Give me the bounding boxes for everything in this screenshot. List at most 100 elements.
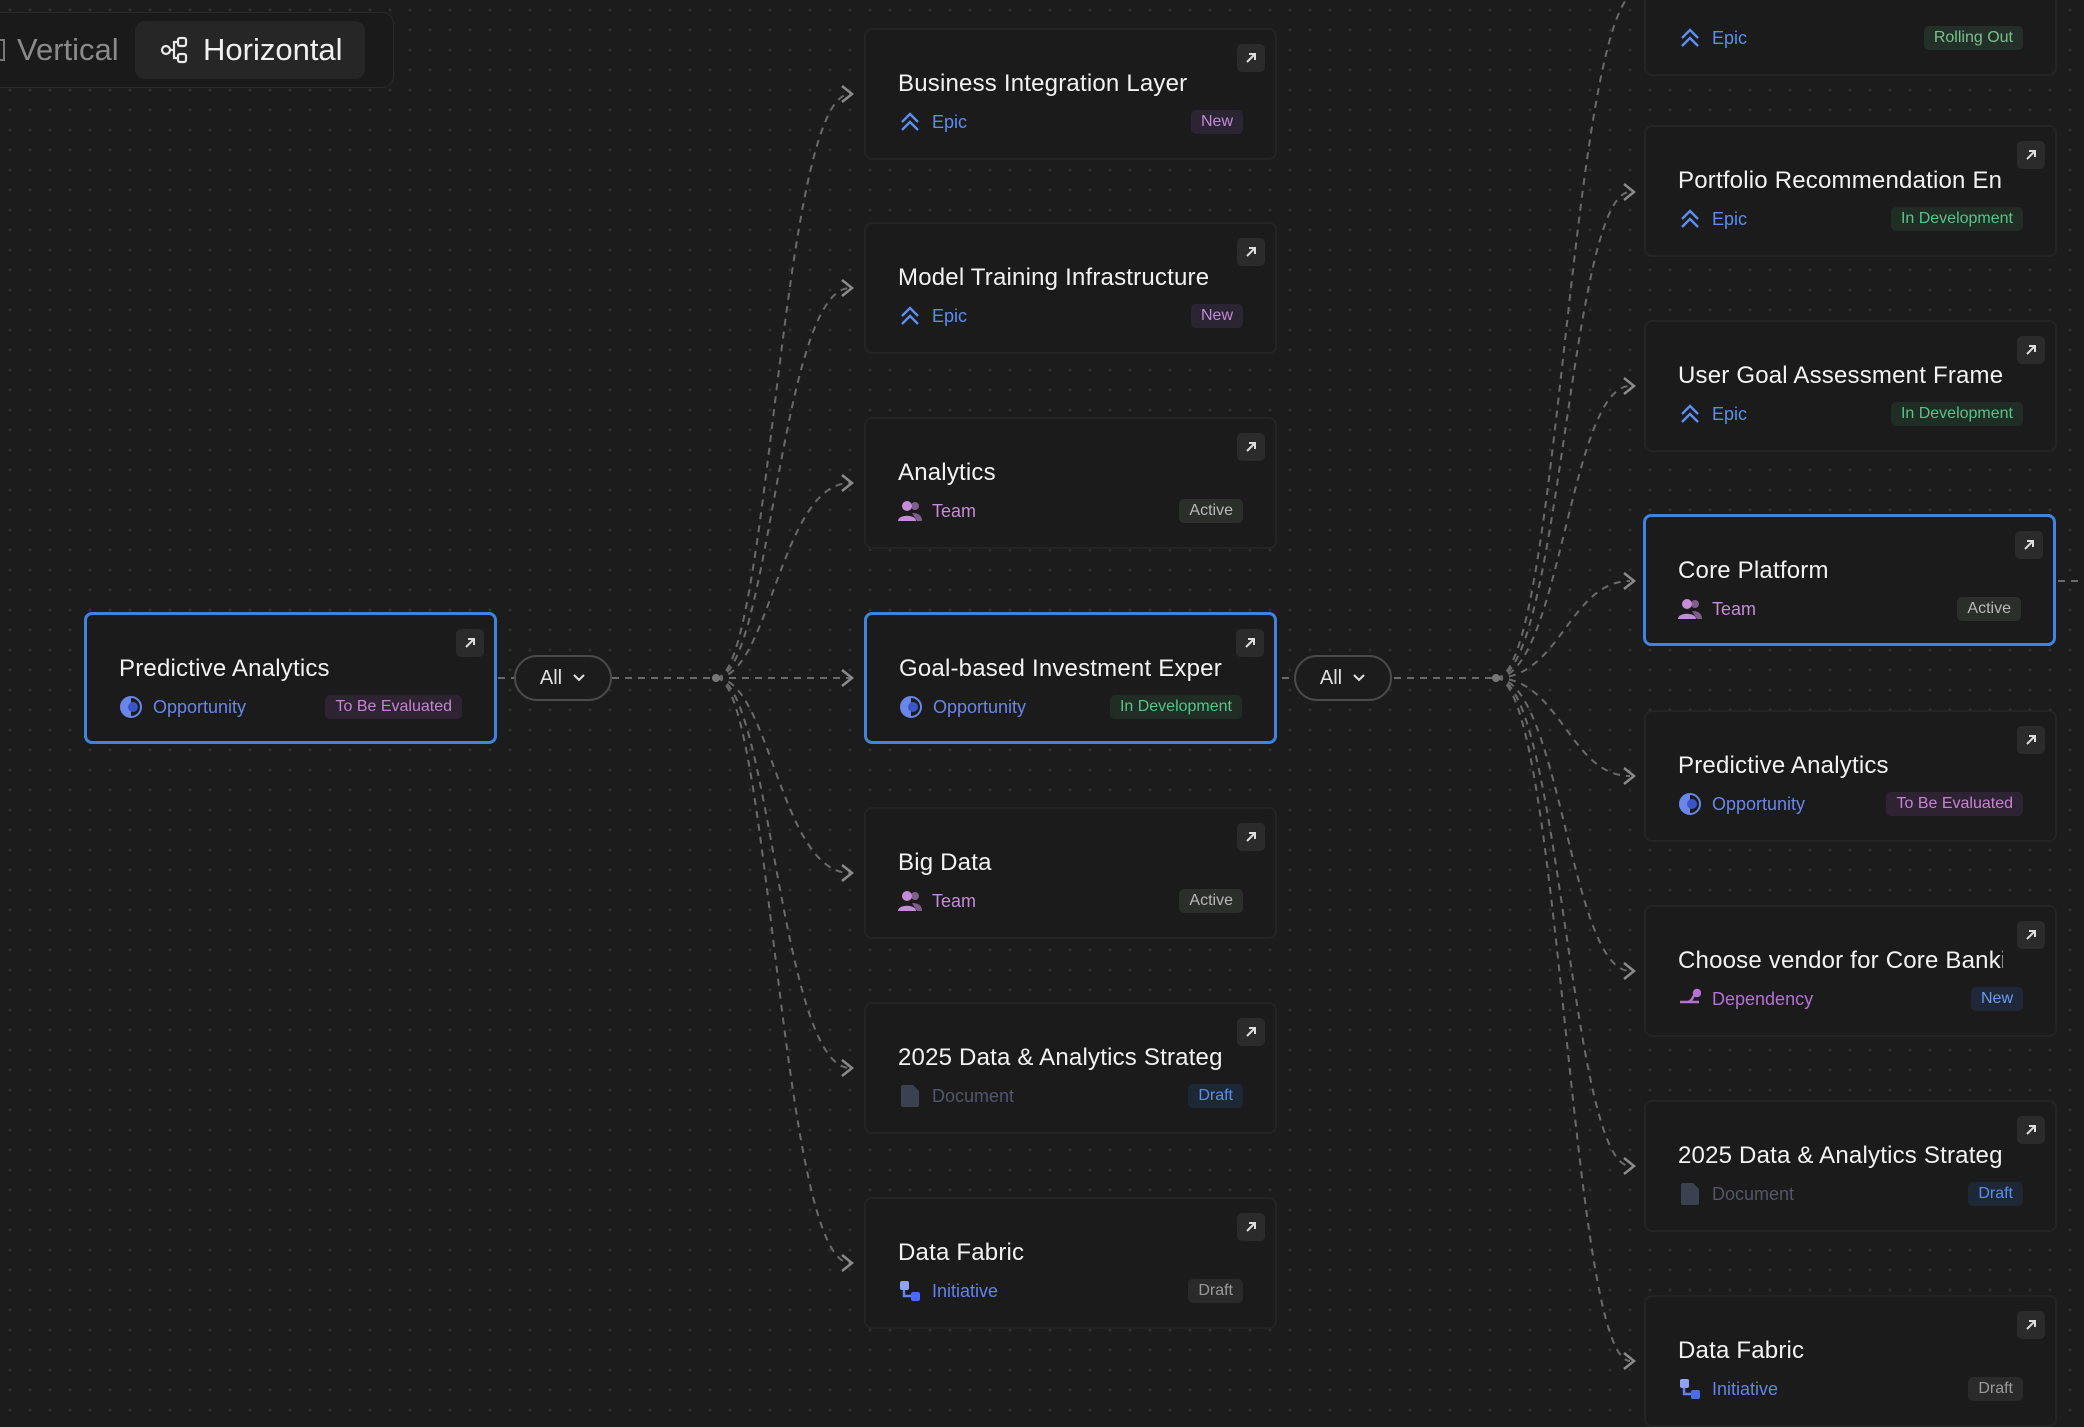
open-node-button[interactable] <box>1237 823 1265 851</box>
chevron-down-icon <box>1353 674 1365 682</box>
arrow-up-right-icon <box>1246 53 1256 63</box>
selected-graph-node[interactable]: Core Platform Team Active <box>1643 514 2056 646</box>
open-node-button[interactable] <box>1237 238 1265 266</box>
relation-filter-dropdown[interactable]: All <box>1294 655 1392 701</box>
node-type-label: Opportunity <box>1712 793 1806 814</box>
node-type-label: Epic <box>1712 403 1748 424</box>
arrow-up-right-icon <box>1245 638 1255 648</box>
layout-option-vertical[interactable]: Vertical <box>0 21 139 79</box>
open-node-button[interactable] <box>2017 726 2045 754</box>
layout-option-horizontal[interactable]: Horizontal <box>135 21 365 79</box>
layout-option-vertical-label: Vertical <box>17 32 119 67</box>
node-title: Model Training Infrastructure <box>898 264 1210 291</box>
graph-node[interactable]: Analytics Team Active <box>864 417 1277 549</box>
graph-node[interactable]: Portfolio Recommendation En... Epic In D… <box>1644 125 2057 257</box>
open-node-button[interactable] <box>2017 336 2045 364</box>
graph-node[interactable]: Data Fabric Initiative Draft <box>1644 1295 2057 1427</box>
status-badge: New <box>1190 304 1243 328</box>
status-badge: To Be Evaluated <box>325 695 462 719</box>
graph-node[interactable]: Big Data Team Active <box>864 807 1277 939</box>
node-title: User Goal Assessment Frame... <box>1678 362 2003 389</box>
chevron-up-double-icon <box>898 110 922 134</box>
open-node-button[interactable] <box>1237 44 1265 72</box>
graph-node[interactable]: 2025 Data & Analytics Strategy Document … <box>864 1002 1277 1134</box>
node-title: Analytics <box>898 459 996 486</box>
node-title: Predictive Analytics <box>119 655 330 682</box>
open-node-button[interactable] <box>2017 1116 2045 1144</box>
arrow-up-right-icon <box>1246 1027 1256 1037</box>
arrow-up-right-icon <box>1246 442 1256 452</box>
node-type-label: Initiative <box>1712 1378 1779 1399</box>
status-badge: In Development <box>1109 695 1242 719</box>
node-title: Choose vendor for Core Banki... <box>1678 947 2003 974</box>
node-type-label: Initiative <box>932 1280 999 1301</box>
node-type-label: Epic <box>1712 208 1748 229</box>
node-type-label: Opportunity <box>153 696 247 717</box>
half-circle-icon <box>899 695 923 719</box>
arrow-up-right-icon <box>2026 930 2036 940</box>
chevron-up-double-icon <box>1678 207 1702 231</box>
node-type-label: Document <box>932 1085 1015 1106</box>
node-title: 2025 Data & Analytics Strategy <box>1678 1142 2003 1169</box>
graph-nodes-icon <box>160 36 188 64</box>
node-type-label: Opportunity <box>933 696 1027 717</box>
node-title: Big Data <box>898 849 992 876</box>
arrow-up-right-icon <box>2026 1125 2036 1135</box>
node-type-label: Epic <box>1712 27 1748 48</box>
arrow-up-right-icon <box>1246 247 1256 257</box>
arrow-up-right-icon <box>465 638 475 648</box>
people-icon <box>898 889 922 913</box>
open-node-button[interactable] <box>1237 433 1265 461</box>
status-badge: Draft <box>1188 1279 1243 1303</box>
open-node-button[interactable] <box>1237 1213 1265 1241</box>
status-badge: To Be Evaluated <box>1886 792 2023 816</box>
node-title: 2025 Data & Analytics Strategy <box>898 1044 1223 1071</box>
status-badge: New <box>1970 987 2023 1011</box>
graph-node[interactable]: Choose vendor for Core Banki... Dependen… <box>1644 905 2057 1037</box>
arrow-up-right-icon <box>2026 150 2036 160</box>
status-badge: Active <box>1957 597 2021 621</box>
open-node-button[interactable] <box>2017 1311 2045 1339</box>
node-title: Data Fabric <box>898 1239 1025 1266</box>
chevron-up-double-icon <box>1678 26 1702 50</box>
node-type-label: Dependency <box>1712 988 1814 1009</box>
graph-node[interactable]: Data Fabric Initiative Draft <box>864 1197 1277 1329</box>
node-type-label: Team <box>1712 598 1757 619</box>
branch-icon <box>1678 987 1702 1011</box>
status-badge: Draft <box>1188 1084 1243 1108</box>
arrow-up-right-icon <box>2024 540 2034 550</box>
relation-filter-dropdown[interactable]: All <box>514 655 612 701</box>
arrow-up-right-icon <box>1246 832 1256 842</box>
open-node-button[interactable] <box>1237 1018 1265 1046</box>
graph-node[interactable]: Model Training Infrastructure Epic New <box>864 222 1277 354</box>
root-node[interactable]: Predictive Analytics Opportunity To Be E… <box>84 612 497 744</box>
open-node-button[interactable] <box>1236 629 1264 657</box>
people-icon <box>1678 597 1702 621</box>
open-node-button[interactable] <box>456 629 484 657</box>
graph-node[interactable]: 2025 Data & Analytics Strategy Document … <box>1644 1100 2057 1232</box>
arrow-up-right-icon <box>1246 1222 1256 1232</box>
graph-node[interactable]: User Goal Assessment Frame... Epic In De… <box>1644 320 2057 452</box>
chevron-up-double-icon <box>1678 402 1702 426</box>
arrow-up-right-icon <box>2026 345 2036 355</box>
status-badge: Rolling Out <box>1923 26 2023 50</box>
layout-option-horizontal-label: Horizontal <box>203 32 343 67</box>
node-title: Core Platform <box>1678 557 1829 584</box>
chevron-down-icon <box>573 674 585 682</box>
initiative-icon <box>1678 1377 1702 1401</box>
graph-node[interactable]: Epic Rolling Out <box>1644 0 2057 76</box>
status-badge: Active <box>1179 499 1243 523</box>
node-title: Predictive Analytics <box>1678 752 1889 779</box>
graph-node[interactable]: Predictive Analytics Opportunity To Be E… <box>1644 710 2057 842</box>
node-type-label: Team <box>932 890 977 911</box>
open-node-button[interactable] <box>2017 921 2045 949</box>
chevron-up-double-icon <box>898 304 922 328</box>
status-badge: Draft <box>1968 1377 2023 1401</box>
graph-node[interactable]: Business Integration Layer Epic New <box>864 28 1277 160</box>
vertical-layout-icon <box>0 39 5 61</box>
selected-graph-node[interactable]: Goal-based Investment Exper... Opportuni… <box>864 612 1277 744</box>
filter-label: All <box>539 666 563 689</box>
open-node-button[interactable] <box>2015 531 2043 559</box>
open-node-button[interactable] <box>2017 141 2045 169</box>
initiative-icon <box>898 1279 922 1303</box>
